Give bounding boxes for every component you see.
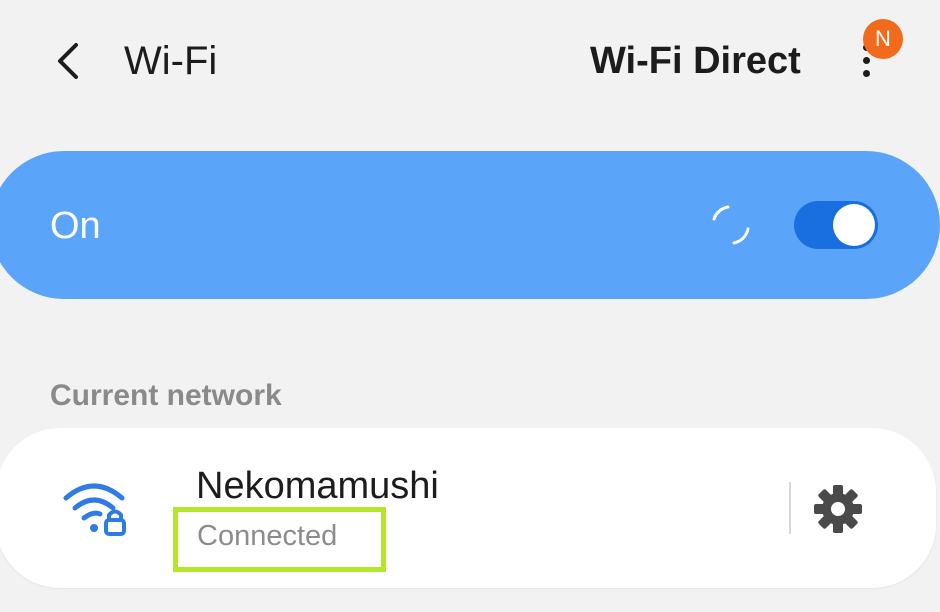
status-highlight-box	[173, 507, 386, 572]
wifi-settings-screen: Wi-Fi Wi-Fi Direct N On Current network …	[0, 0, 940, 612]
current-network-card[interactable]	[0, 428, 936, 588]
card-divider	[789, 482, 791, 534]
back-arrow-icon	[58, 43, 78, 79]
page-title: Wi-Fi	[124, 39, 218, 83]
section-title: Current network	[50, 379, 282, 412]
network-name: Nekomamushi	[196, 465, 439, 507]
wifi-direct-button[interactable]: Wi-Fi Direct	[590, 36, 801, 86]
more-dot-icon	[862, 69, 870, 77]
switch-knob	[833, 204, 875, 246]
wifi-toggle-switch[interactable]	[794, 201, 878, 249]
notification-badge: N	[863, 19, 903, 59]
back-button[interactable]	[40, 34, 94, 88]
more-dot-icon	[862, 56, 870, 64]
loading-spinner-icon	[712, 205, 750, 245]
wifi-lock-icon	[63, 483, 126, 536]
gear-icon[interactable]	[812, 483, 864, 535]
toggle-state-label: On	[50, 205, 101, 247]
